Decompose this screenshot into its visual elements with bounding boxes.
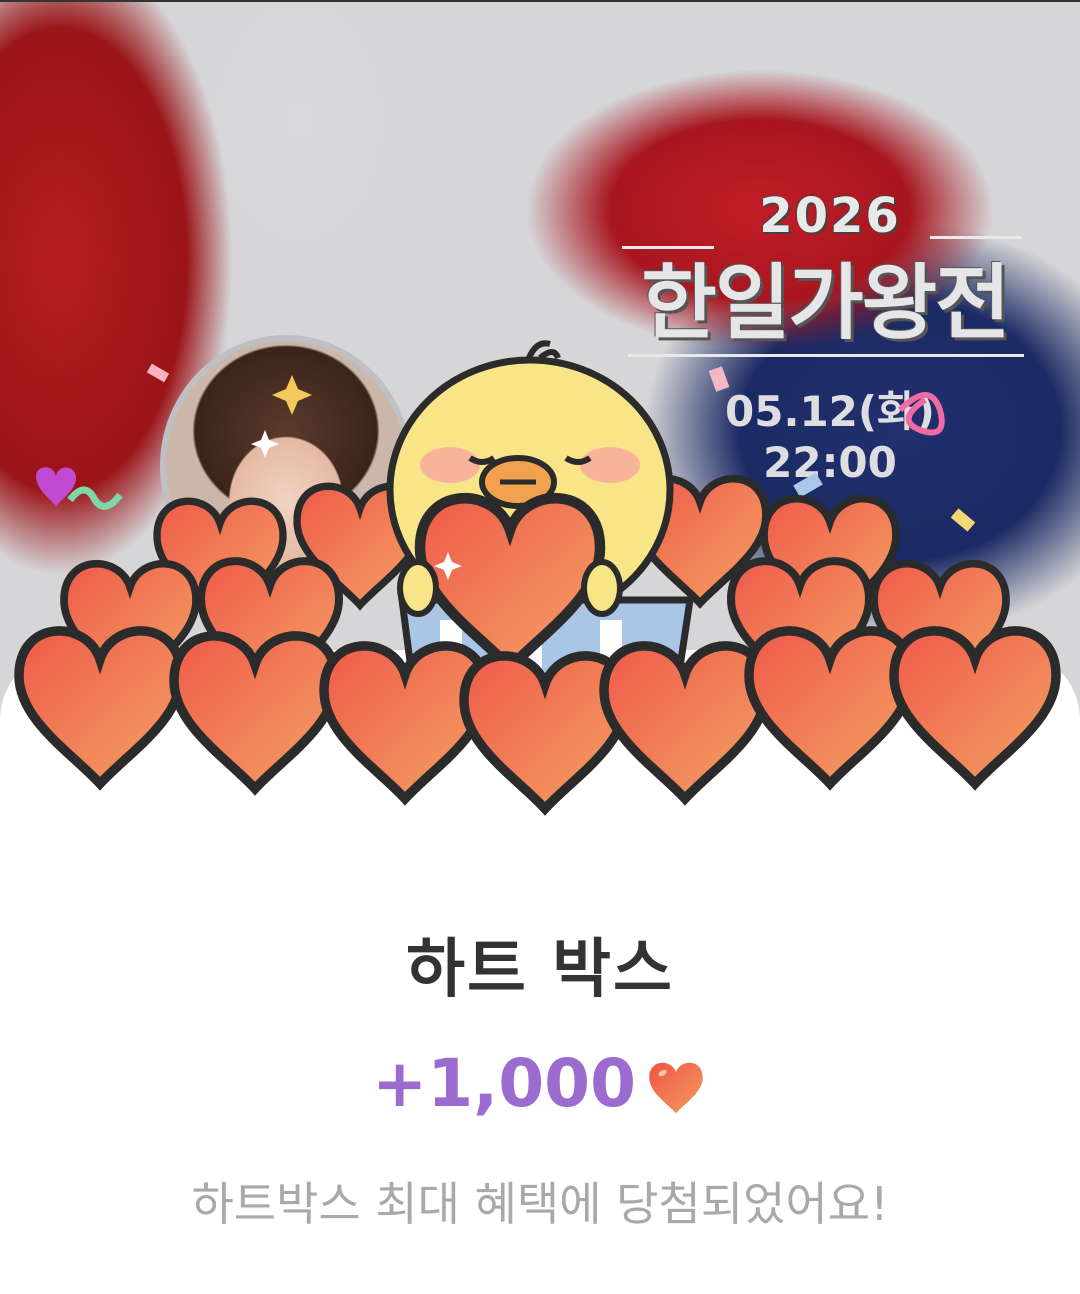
heart-shape [749,631,911,784]
heart-shape [324,646,486,799]
reward-message: 하트박스 최대 혜택에 당첨되었어요! [191,1177,889,1231]
heart-icon [649,1062,703,1114]
heart-shape [604,646,766,799]
reward-amount-row: +1,000 [0,1038,1080,1128]
top-divider [0,0,1080,2]
heart-box-illustration [0,340,1080,840]
reward-title: 하트 박스 [406,933,674,1007]
reward-amount: +1,000 [371,1044,637,1122]
heart-shape [19,631,181,784]
heart-shape [894,631,1056,784]
heart-shape [174,636,336,789]
